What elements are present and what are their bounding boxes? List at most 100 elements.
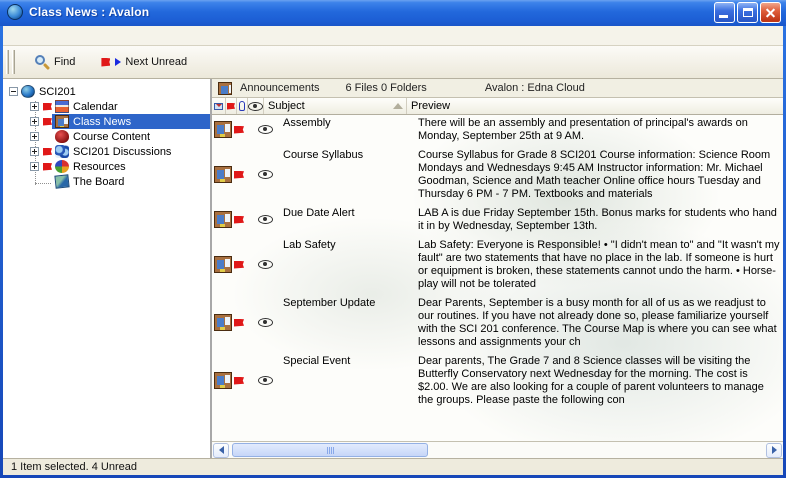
menu-item[interactable] <box>43 34 61 38</box>
bulletin-icon <box>214 166 232 183</box>
bulletin-icon <box>214 121 232 138</box>
sidebar-tree: SCI201 Calendar Class News <box>3 79 212 458</box>
sort-ascending-icon <box>393 103 403 109</box>
tree-item-label: SCI201 Discussions <box>73 146 171 158</box>
toolbar-grip[interactable] <box>6 50 9 74</box>
message-subject: Special Event <box>281 354 414 407</box>
collapse-box-icon[interactable] <box>9 87 18 96</box>
viewed-eye-icon <box>258 318 273 327</box>
expand-box-icon[interactable] <box>30 162 39 171</box>
column-envelope[interactable] <box>212 98 226 114</box>
message-row[interactable]: Special Event Dear parents, The Grade 7 … <box>212 353 783 411</box>
tree-item[interactable]: SCI201 Discussions <box>3 144 210 159</box>
title-bar[interactable]: Class News : Avalon <box>0 0 786 26</box>
menu-item[interactable] <box>7 34 25 38</box>
unread-flag-icon <box>234 171 244 179</box>
horizontal-scrollbar[interactable] <box>212 441 783 458</box>
tree-root-sci201[interactable]: SCI201 <box>3 84 210 99</box>
column-subject[interactable]: Subject <box>264 98 407 114</box>
bulletin-icon <box>214 256 232 273</box>
menu-item[interactable] <box>61 34 79 38</box>
file-counts: 6 Files 0 Folders <box>346 82 427 94</box>
message-preview: There will be an assembly and presentati… <box>414 116 783 143</box>
next-unread-button[interactable]: Next Unread <box>95 53 193 71</box>
magnifier-icon <box>35 55 50 70</box>
message-preview: Dear Parents, September is a busy month … <box>414 296 783 349</box>
announcements-icon <box>218 82 232 95</box>
tree-item-label: Class News <box>73 116 131 128</box>
expand-box-icon[interactable] <box>30 132 39 141</box>
toolbar: Find Next Unread <box>3 46 783 79</box>
menu-item[interactable] <box>79 34 97 38</box>
message-subject: Course Syllabus <box>281 148 414 201</box>
tree-item-icon <box>54 174 69 188</box>
scrollbar-thumb[interactable] <box>232 443 428 457</box>
unread-flag-icon <box>43 118 52 126</box>
conference-globe-icon <box>21 85 35 98</box>
unread-flag-icon <box>43 163 52 171</box>
bulletin-icon <box>214 211 232 228</box>
menu-item[interactable] <box>25 34 43 38</box>
column-attachment[interactable] <box>237 98 248 114</box>
tree-item[interactable]: Resources <box>3 159 210 174</box>
pane-location: Avalon : Edna Cloud <box>485 82 585 94</box>
message-preview: LAB A is due Friday September 15th. Bonu… <box>414 206 783 233</box>
expand-box-icon[interactable] <box>30 102 39 111</box>
unread-flag-icon <box>234 377 244 385</box>
message-row[interactable]: Assembly There will be an assembly and p… <box>212 115 783 147</box>
expand-box-icon[interactable] <box>30 117 39 126</box>
close-button[interactable] <box>760 2 781 23</box>
expand-box-icon[interactable] <box>30 147 39 156</box>
message-row[interactable]: September Update Dear Parents, September… <box>212 295 783 353</box>
content-pane: Announcements 6 Files 0 Folders Avalon :… <box>212 79 783 458</box>
unread-flag-icon <box>234 261 244 269</box>
chevron-left-icon <box>219 446 224 454</box>
column-header: Subject Preview <box>212 98 783 115</box>
message-row[interactable]: Course Syllabus Course Syllabus for Grad… <box>212 147 783 205</box>
scroll-left-button[interactable] <box>213 443 229 458</box>
envelope-icon <box>214 103 223 110</box>
bulletin-icon <box>214 314 232 331</box>
tree-item-icon <box>55 160 69 173</box>
message-subject: Due Date Alert <box>281 206 414 233</box>
minimize-icon <box>719 15 728 18</box>
status-bar: 1 Item selected. 4 Unread <box>3 458 783 475</box>
tree-item[interactable]: Calendar <box>3 99 210 114</box>
maximize-button[interactable] <box>737 2 758 23</box>
unread-flag-icon <box>234 126 244 134</box>
tree-item-icon <box>55 100 69 113</box>
tree-item[interactable]: Course Content <box>3 129 210 144</box>
unread-flag-icon <box>43 103 52 111</box>
app-window: Class News : Avalon Find Next Unread <box>0 0 786 478</box>
message-row[interactable]: Due Date Alert LAB A is due Friday Septe… <box>212 205 783 237</box>
tree-item-icon <box>55 145 69 158</box>
tree-item[interactable]: The Board <box>3 174 210 189</box>
column-viewed[interactable] <box>248 98 264 114</box>
eye-icon <box>248 102 263 111</box>
menu-item[interactable] <box>97 34 115 38</box>
tree-item-icon <box>55 130 69 143</box>
unread-flag-icon <box>43 148 52 156</box>
message-subject: September Update <box>281 296 414 349</box>
column-flag[interactable] <box>226 98 237 114</box>
message-preview: Lab Safety: Everyone is Responsible! • "… <box>414 238 783 291</box>
viewed-eye-icon <box>258 260 273 269</box>
find-button[interactable]: Find <box>29 52 81 73</box>
tree-item[interactable]: Class News <box>3 114 210 129</box>
minimize-button[interactable] <box>714 2 735 23</box>
maximize-icon <box>743 8 753 17</box>
tree-item-label: Resources <box>73 161 126 173</box>
window-title: Class News : Avalon <box>29 5 714 19</box>
viewed-eye-icon <box>258 376 273 385</box>
message-preview: Course Syllabus for Grade 8 SCI201 Cours… <box>414 148 783 201</box>
message-subject: Lab Safety <box>281 238 414 291</box>
scroll-right-button[interactable] <box>766 443 782 458</box>
viewed-eye-icon <box>258 215 273 224</box>
column-preview[interactable]: Preview <box>407 98 783 114</box>
status-text: 1 Item selected. 4 Unread <box>11 461 137 473</box>
menu-item[interactable] <box>115 34 133 38</box>
pane-title: Announcements <box>240 82 320 94</box>
message-row[interactable]: Lab Safety Lab Safety: Everyone is Respo… <box>212 237 783 295</box>
tree-item-label: Course Content <box>73 131 150 143</box>
tree-item-label: The Board <box>73 176 124 188</box>
